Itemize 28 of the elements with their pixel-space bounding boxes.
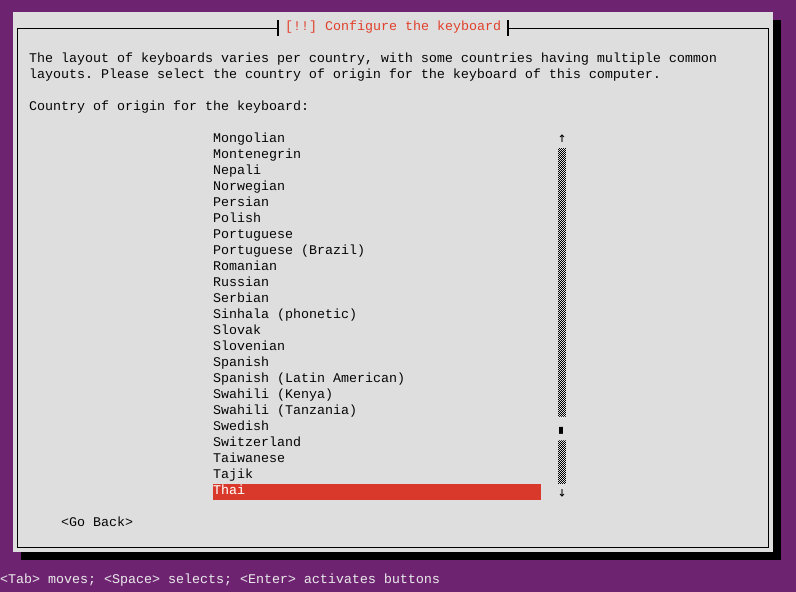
description-text: The layout of keyboards varies per country, with some countries having multiple common layouts. Please select the country of origin for the keyboard of this computer. <box>29 52 718 84</box>
list-item[interactable]: Nepali <box>213 164 541 180</box>
list-item[interactable]: Polish <box>213 212 541 228</box>
list-item[interactable]: Taiwanese <box>213 452 541 468</box>
list-item[interactable]: Montenegrin <box>213 148 541 164</box>
list-item[interactable]: Portuguese (Brazil) <box>213 244 541 260</box>
go-back-button[interactable]: <Go Back> <box>61 516 133 532</box>
list-item[interactable]: Russian <box>213 276 541 292</box>
prompt-label: Country of origin for the keyboard: <box>29 100 310 116</box>
list-item[interactable]: Persian <box>213 196 541 212</box>
list-item[interactable]: Thai <box>213 484 541 500</box>
list-item[interactable]: Spanish <box>213 356 541 372</box>
list-item[interactable]: Switzerland <box>213 436 541 452</box>
list-item[interactable]: Swahili (Kenya) <box>213 388 541 404</box>
list-item[interactable]: Tajik <box>213 468 541 484</box>
list-item[interactable]: Spanish (Latin American) <box>213 372 541 388</box>
list-item[interactable]: Romanian <box>213 260 541 276</box>
list-item[interactable]: Norwegian <box>213 180 541 196</box>
list-item[interactable]: Swedish <box>213 420 541 436</box>
list-item[interactable]: Mongolian <box>213 132 541 148</box>
list-item[interactable]: Slovak <box>213 324 541 340</box>
list-item[interactable]: Portuguese <box>213 228 541 244</box>
status-bar-text: <Tab> moves; <Space> selects; <Enter> activates buttons <box>0 573 441 589</box>
list-item[interactable]: Swahili (Tanzania) <box>213 404 541 420</box>
list-item[interactable]: Slovenian <box>213 340 541 356</box>
list-item[interactable]: Serbian <box>213 292 541 308</box>
dialog-title: [!!] Configure the keyboard <box>277 20 509 36</box>
list-item[interactable]: Sinhala (phonetic) <box>213 308 541 324</box>
